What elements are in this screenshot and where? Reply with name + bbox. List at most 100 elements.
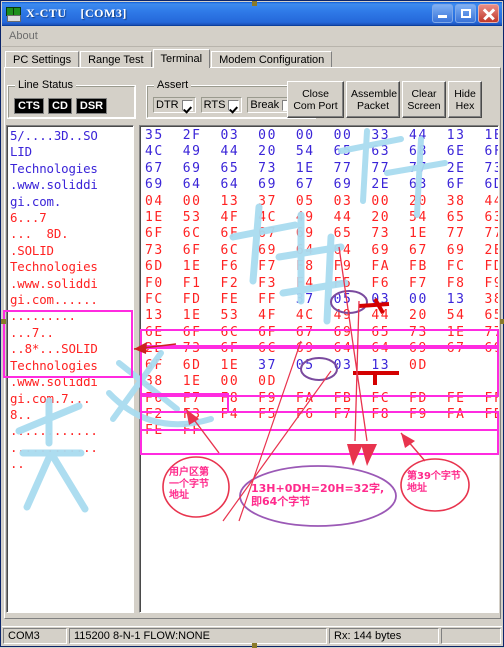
hex-byte: F8 [446, 275, 485, 291]
hex-byte: F6 [220, 259, 259, 275]
hex-byte: 6E [446, 144, 485, 160]
hex-byte: F2 [220, 275, 259, 291]
tab-modem-configuration[interactable]: Modem Configuration [211, 51, 333, 68]
hex-byte: 00 [258, 128, 296, 143]
hex-byte: 4C [258, 210, 296, 226]
menu-item-about[interactable]: About [2, 28, 45, 44]
hex-terminal-text: 35 2F 03 00 00 00 33 44 13 1E 53 4F4C 49… [145, 128, 498, 440]
ascii-line: ......... [10, 308, 76, 324]
ascii-line: gi.com.7... [10, 390, 91, 406]
hex-byte: 38 [446, 193, 485, 209]
hex-byte: 67 [446, 341, 485, 357]
checkbox-rts-box[interactable] [228, 99, 240, 111]
hex-byte: 69 [446, 242, 485, 258]
hex-byte: 44 [220, 144, 259, 160]
tab-pc-settings[interactable]: PC Settings [5, 51, 80, 68]
ascii-line: gi.com. [10, 193, 62, 209]
menu-bar: About [2, 26, 502, 47]
hex-byte: 03 [371, 292, 410, 308]
hex-byte: 69 [182, 160, 221, 176]
hex-byte: FE [145, 423, 183, 439]
window-controls [432, 4, 502, 23]
hex-byte: 65 [333, 226, 372, 242]
hex-byte: 1E [409, 226, 447, 242]
checkbox-rts[interactable]: RTS [200, 97, 243, 113]
hide-hex-button[interactable]: Hide Hex [448, 81, 482, 118]
hex-byte: F0 [145, 275, 183, 291]
window-title: X-CTU [COM3] [26, 6, 127, 20]
line-status-group: Line Status CTS CD DSR [7, 79, 136, 119]
hex-byte: F7 [333, 406, 372, 422]
status-config: 115200 8-N-1 FLOW:NONE [69, 628, 327, 644]
app-icon [5, 6, 21, 22]
hex-byte: 33 [371, 128, 410, 143]
hex-byte: 20 [258, 144, 296, 160]
hex-row: F6 F7 F8 F9 FA FB FC FD FE FF F0 F1 [145, 391, 498, 407]
minimize-button[interactable] [432, 4, 453, 23]
hex-row: 4C 49 44 20 54 65 63 68 6E 6F 6C 6F [145, 144, 498, 160]
hex-byte: 67 [409, 242, 447, 258]
hex-byte: 44 [484, 193, 498, 209]
hex-byte: FB [333, 390, 372, 406]
line-status-label: Line Status [15, 79, 77, 91]
hex-row: 35 2F 03 00 00 00 33 44 13 1E 53 4F [145, 128, 498, 144]
status-rx: Rx: 144 bytes [329, 628, 439, 644]
close-button[interactable] [478, 4, 499, 23]
hex-byte: FD [182, 292, 221, 308]
ascii-line: .. [10, 456, 25, 472]
hex-byte: 63 [409, 177, 447, 193]
hex-byte: 73 [145, 242, 183, 258]
hex-byte: 6C [258, 341, 296, 357]
ascii-line: 5/....3D..SO [10, 128, 98, 143]
ascii-line: .www.soliddi [10, 177, 98, 193]
checkbox-break-label: Break [250, 99, 280, 111]
tab-terminal[interactable]: Terminal [152, 49, 211, 68]
ascii-line: LID [10, 144, 32, 160]
hex-row: 38 1E 00 0D [145, 374, 498, 390]
hex-byte: F7 [258, 259, 296, 275]
hex-terminal-pane[interactable]: 35 2F 03 00 00 00 33 44 13 1E 53 4F4C 49… [139, 125, 499, 613]
close-com-port-button[interactable]: Close Com Port [287, 81, 344, 118]
hex-byte: F5 [258, 406, 296, 422]
hex-row: 6D 1E F6 F7 F8 F9 FA FB FC FD FE FF [145, 259, 498, 275]
clear-screen-button[interactable]: Clear Screen [402, 81, 446, 118]
status-spare [441, 628, 501, 644]
hex-byte: 69 [258, 177, 296, 193]
checkbox-dtr[interactable]: DTR [153, 97, 196, 113]
hex-byte: 6F [220, 226, 259, 242]
tab-range-test[interactable]: Range Test [80, 51, 152, 68]
hex-byte: FC [371, 390, 410, 406]
hex-row: 6F 6C 6F 67 69 65 73 1E 77 77 77 2E [145, 226, 498, 242]
hex-byte: F3 [182, 406, 221, 422]
hex-byte: 03 [333, 193, 372, 209]
hex-row: 13 1E 53 4F 4C 49 44 20 54 65 63 68 [145, 308, 498, 324]
maximize-button[interactable] [455, 4, 476, 23]
hex-byte: 64 [220, 177, 259, 193]
hex-byte: 37 [258, 357, 296, 373]
assert-checkboxes: DTR RTS Break [153, 97, 297, 113]
hex-byte: 64 [295, 242, 334, 258]
hex-byte: 1E [182, 308, 221, 324]
hex-byte: F6 [295, 406, 334, 422]
ascii-terminal-pane[interactable]: 5/....3D..SO LID Technologies .www.soliddi g… [6, 125, 134, 613]
hex-byte: F2 [145, 406, 183, 422]
hex-byte: 13 [220, 193, 259, 209]
hex-byte: 64 [182, 177, 221, 193]
hex-byte: F9 [258, 390, 296, 406]
checkbox-dtr-label: DTR [156, 99, 179, 111]
hex-row: 04 00 13 37 05 03 00 20 38 44 00 20 [145, 194, 498, 210]
hex-byte: 38 [145, 374, 183, 390]
checkbox-dtr-box[interactable] [181, 99, 193, 111]
hex-byte: 6D [182, 357, 221, 373]
hex-byte: 68 [409, 144, 447, 160]
hex-byte: 67 [145, 160, 183, 176]
ascii-line: .www.soliddi [10, 275, 98, 291]
ascii-line: Technologies [10, 160, 98, 176]
hex-byte: 53 [182, 210, 221, 226]
hex-byte: 6F [484, 144, 498, 160]
xctu-window: X-CTU [COM3] About PC Settings Range Tes… [0, 0, 504, 648]
hex-byte: 2E [145, 341, 183, 357]
assemble-packet-button[interactable]: Assemble Packet [346, 81, 400, 118]
hex-byte: F5 [333, 275, 372, 291]
hex-byte: 6E [145, 324, 183, 340]
